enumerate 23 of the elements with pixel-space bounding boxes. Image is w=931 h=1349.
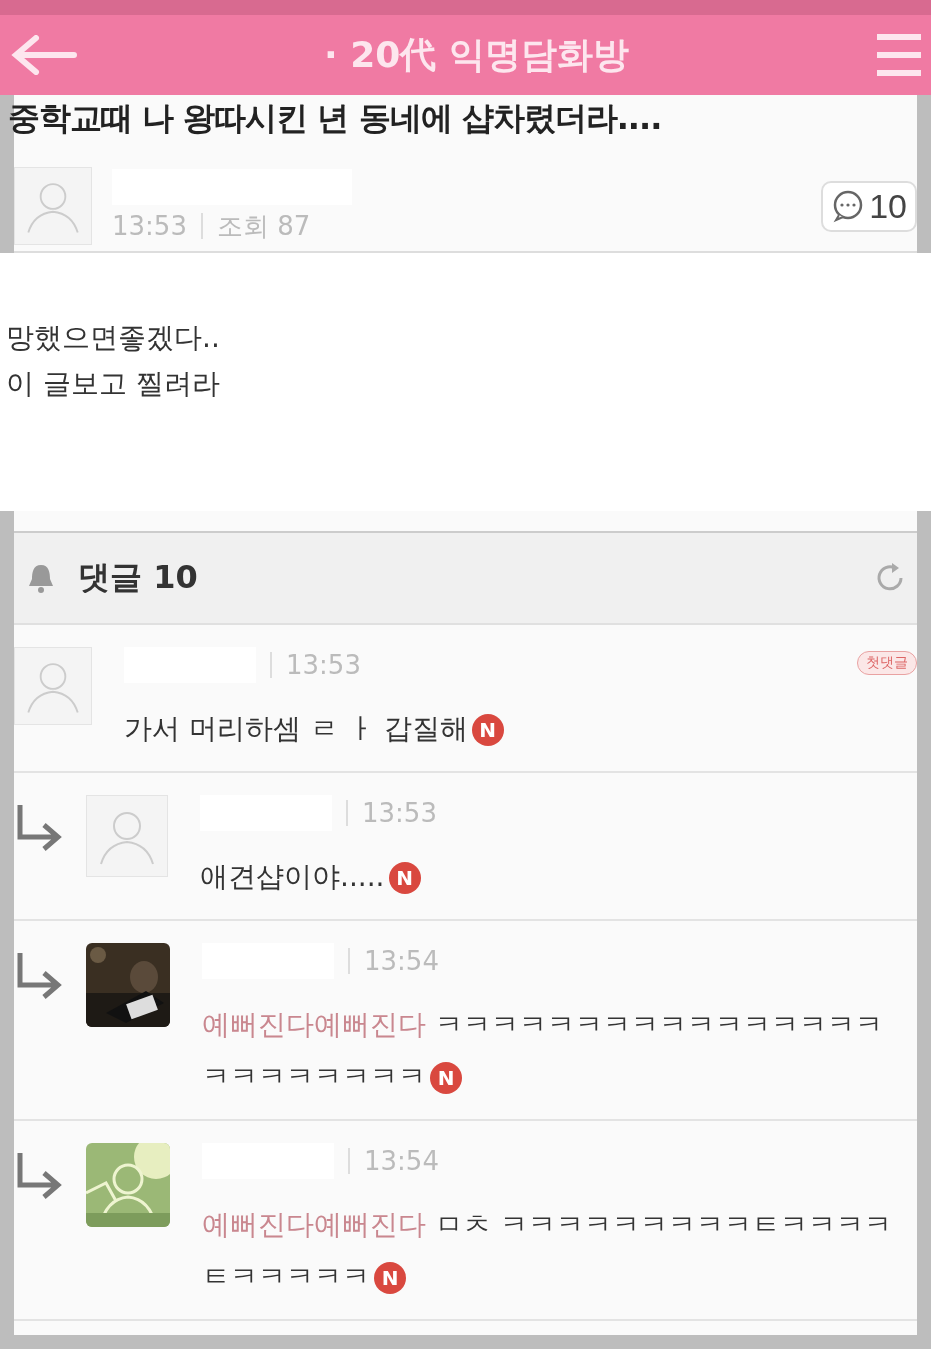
view-count: 조회 87 <box>216 209 311 243</box>
comment-text: 애견샵이야..... N <box>200 851 917 903</box>
board-title: · 20代 익명담화방 <box>324 32 629 77</box>
new-badge: N <box>374 1262 406 1294</box>
comment-text: 가서 머리하셈 ㄹ ㅏ 갑질해 N <box>124 703 917 755</box>
comment-text: 예뻐진다예뻐진다 ㅁㅊ ㅋㅋㅋㅋㅋㅋㅋㅋㅋㅌㅋㅋㅋㅋㅌㅋㅋㅋㅋㅋ N <box>202 1207 893 1296</box>
avatar-icon <box>86 795 168 877</box>
comment-text: 예뻐진다예뻐진다 ㅋㅋㅋㅋㅋㅋㅋㅋㅋㅋㅋㅋㅋㅋㅋㅋㅋㅋㅋㅋㅋㅋㅋㅋ N <box>202 1007 884 1096</box>
comment-time: 13:53 <box>286 650 361 680</box>
post-time: 13:53 <box>112 211 187 241</box>
comment-count-button[interactable]: 10 <box>821 180 917 232</box>
post-title: 중학교때 나 왕따시킨 년 동네에 샵차렸더라.... <box>8 98 663 139</box>
body-line: 이 글보고 찔려라 <box>6 366 221 402</box>
comment-time: 13:53 <box>362 798 437 828</box>
body-line: 망했으면좋겠다.. <box>6 320 221 356</box>
back-icon[interactable] <box>10 35 80 75</box>
comment-time: 13:54 <box>364 1146 439 1176</box>
comments-count: 댓글 10 <box>78 557 199 598</box>
new-badge: N <box>430 1062 462 1094</box>
new-badge: N <box>471 714 504 746</box>
comment-time: 13:54 <box>364 946 439 976</box>
new-badge: N <box>388 862 421 894</box>
first-comment-tag: 첫댓글 <box>857 651 917 675</box>
